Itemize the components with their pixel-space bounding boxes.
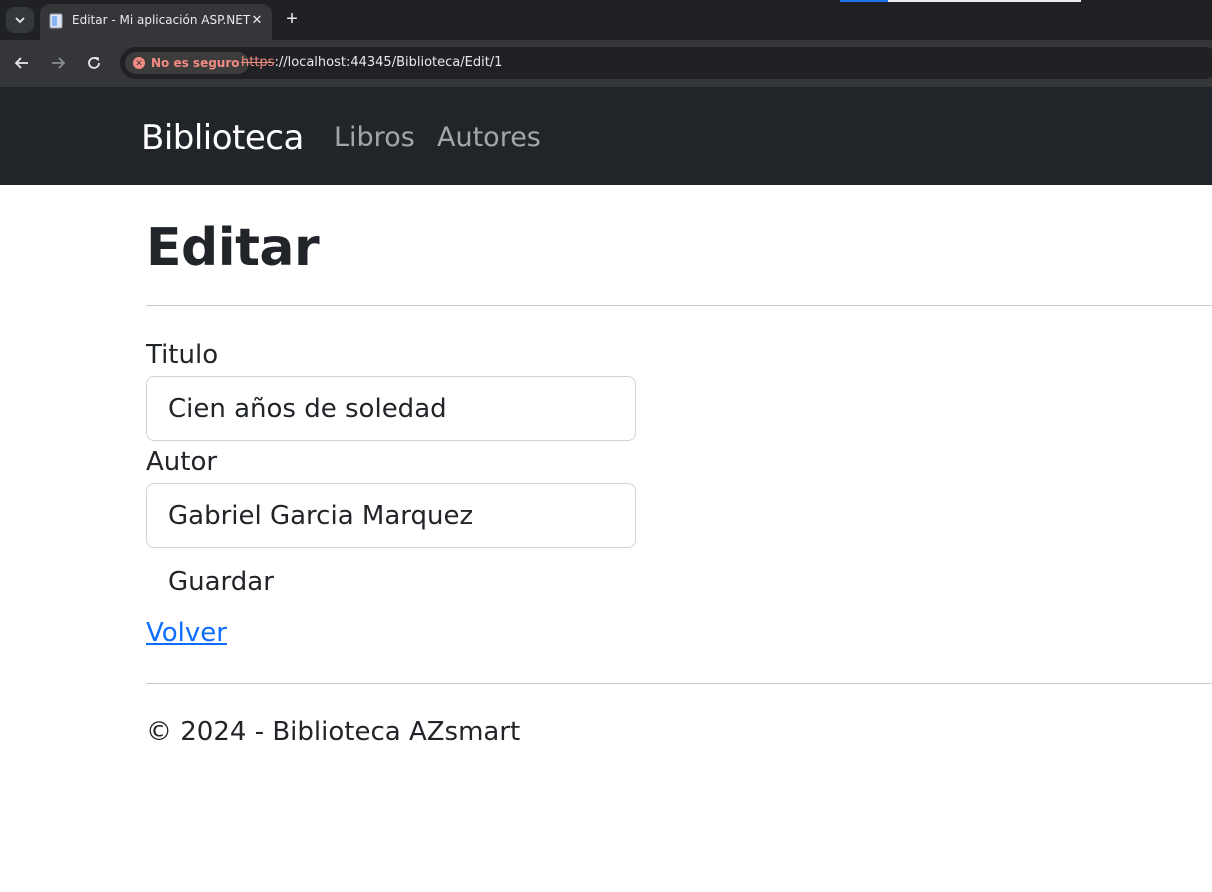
navbar-brand[interactable]: Biblioteca (141, 118, 304, 158)
reload-icon (88, 57, 100, 69)
chevron-down-icon (15, 17, 25, 24)
url-text[interactable]: https://localhost:44345/Biblioteca/Edit/… (241, 55, 502, 70)
tab-search-button[interactable] (6, 7, 34, 33)
titulo-input[interactable] (146, 376, 636, 441)
page-title: Editar (146, 218, 320, 278)
tabstrip-decoration (888, 0, 1081, 2)
warning-icon: ✕ (133, 57, 145, 69)
nav-link-libros[interactable]: Libros (334, 122, 415, 153)
new-tab-button[interactable]: + (282, 9, 302, 29)
browser-toolbar: ✕ No es seguro https://localhost:44345/B… (0, 40, 1212, 127)
url-scheme: https (241, 55, 275, 70)
footer-divider (146, 683, 1212, 684)
arrow-right-icon (52, 57, 66, 69)
autor-label: Autor (146, 447, 218, 477)
forward-button[interactable] (45, 50, 71, 76)
tab-title: Editar - Mi aplicación ASP.NET (72, 13, 251, 27)
nav-link-autores[interactable]: Autores (437, 122, 541, 153)
page-icon (49, 13, 63, 29)
close-icon[interactable]: ✕ (248, 11, 266, 29)
autor-input[interactable] (146, 483, 636, 548)
url-path: ://localhost:44345/Biblioteca/Edit/1 (274, 55, 503, 70)
save-button[interactable]: Guardar (146, 561, 296, 603)
back-link[interactable]: Volver (146, 618, 227, 648)
address-bar[interactable]: ✕ No es seguro https://localhost:44345/B… (120, 47, 1212, 79)
titulo-label: Titulo (146, 340, 219, 370)
back-button[interactable] (9, 50, 35, 76)
browser-tab-active[interactable]: Editar - Mi aplicación ASP.NET ✕ (40, 4, 272, 40)
browser-tabstrip: Editar - Mi aplicación ASP.NET ✕ + (0, 0, 1212, 40)
tabstrip-decoration (840, 0, 888, 2)
arrow-left-icon (14, 57, 28, 69)
reload-button[interactable] (81, 50, 107, 76)
security-chip[interactable]: ✕ No es seguro (125, 52, 249, 74)
title-divider (146, 305, 1212, 306)
app-navbar: Biblioteca Libros Autores (0, 87, 1212, 185)
footer-text: © 2024 - Biblioteca AZsmart (146, 717, 521, 747)
security-text: No es seguro (151, 56, 240, 70)
